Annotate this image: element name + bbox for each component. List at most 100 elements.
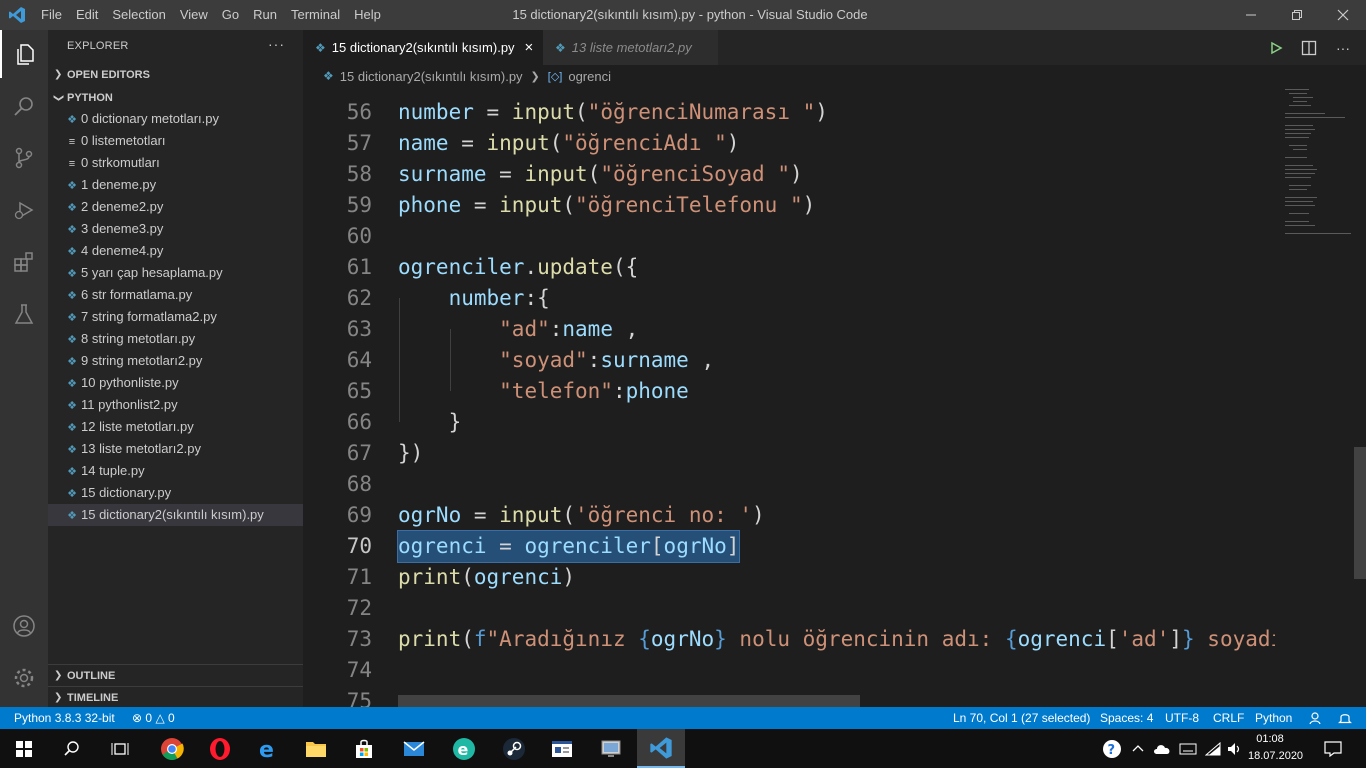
testing-activity[interactable] — [0, 290, 48, 338]
taskbar-store[interactable] — [340, 729, 388, 768]
code-line[interactable]: 74 — [303, 655, 1275, 686]
outline-section[interactable]: ❯ OUTLINE — [48, 664, 303, 686]
search-activity[interactable] — [0, 82, 48, 130]
file-item[interactable]: ❖ 11 pythonlist2.py — [48, 394, 303, 416]
taskbar-opera[interactable] — [196, 729, 244, 768]
file-item[interactable]: ❖ 7 string formatlama2.py — [48, 306, 303, 328]
menu-go[interactable]: Go — [215, 0, 246, 30]
file-item[interactable]: ❖ 10 pythonliste.py — [48, 372, 303, 394]
taskbar-vscode[interactable] — [637, 729, 685, 768]
taskbar-chrome[interactable] — [148, 729, 196, 768]
file-item[interactable]: ❖ 8 string metotları.py — [48, 328, 303, 350]
end-of-line[interactable]: CRLF — [1213, 707, 1244, 729]
file-item[interactable]: ❖ 15 dictionary2(sıkıntılı kısım).py — [48, 504, 303, 526]
language-mode[interactable]: Python — [1255, 707, 1292, 729]
code-line[interactable]: 60 — [303, 221, 1275, 252]
taskbar-steam[interactable] — [490, 729, 538, 768]
breadcrumb-symbol[interactable]: ogrenci — [568, 69, 611, 84]
tab-liste-metotlari2[interactable]: ❖ 13 liste metotları2.py — [543, 30, 718, 65]
file-item[interactable]: ❖ 4 deneme4.py — [48, 240, 303, 262]
code-line[interactable]: 58 surname = input("öğrenciSoyad ") — [303, 159, 1275, 190]
code-line[interactable]: 66 } — [303, 407, 1275, 438]
tab-dictionary2[interactable]: ❖ 15 dictionary2(sıkıntılı kısım).py × — [303, 30, 543, 65]
code-line[interactable]: 72 — [303, 593, 1275, 624]
more-editor-actions-icon[interactable]: ··· — [1333, 38, 1353, 58]
file-item[interactable]: ≡ 0 strkomutları — [48, 152, 303, 174]
file-item[interactable]: ❖ 14 tuple.py — [48, 460, 303, 482]
help-tray-icon[interactable]: ? — [1100, 729, 1124, 768]
file-item[interactable]: ❖ 2 deneme2.py — [48, 196, 303, 218]
problems-indicator[interactable]: ⊗ 0 △ 0 — [132, 707, 175, 729]
taskbar-file-explorer[interactable] — [292, 729, 340, 768]
code-line[interactable]: 73 print(f"Aradığınız {ogrNo} nolu öğrenc… — [303, 624, 1275, 655]
file-item[interactable]: ≡ 0 listemetotları — [48, 130, 303, 152]
file-item[interactable]: ❖ 1 deneme.py — [48, 174, 303, 196]
explorer-activity[interactable] — [0, 30, 48, 78]
code-line[interactable]: 67}) — [303, 438, 1275, 469]
file-item[interactable]: ❖ 9 string metotları2.py — [48, 350, 303, 372]
code-editor[interactable]: 56 number = input("öğrenciNumarası ") 57 na… — [303, 87, 1275, 707]
menu-edit[interactable]: Edit — [69, 0, 105, 30]
file-item[interactable]: ❖ 5 yarı çap hesaplama.py — [48, 262, 303, 284]
code-line[interactable]: 65 "telefon":phone — [303, 376, 1275, 407]
horizontal-scrollbar[interactable] — [398, 695, 860, 707]
timeline-section[interactable]: ❯ TIMELINE — [48, 686, 303, 708]
breadcrumb-file[interactable]: 15 dictionary2(sıkıntılı kısım).py — [340, 69, 523, 84]
taskbar-remote-desktop[interactable] — [588, 729, 636, 768]
system-clock[interactable]: 01:08 18.07.2020 — [1248, 731, 1303, 765]
open-editors-section[interactable]: ❯ OPEN EDITORS — [48, 64, 303, 86]
encoding[interactable]: UTF-8 — [1165, 707, 1199, 729]
code-line[interactable]: 71 print(ogrenci) — [303, 562, 1275, 593]
menu-run[interactable]: Run — [246, 0, 284, 30]
code-line[interactable]: 59 phone = input("öğrenciTelefonu ") — [303, 190, 1275, 221]
code-line[interactable]: 69 ogrNo = input('öğrenci no: ') — [303, 500, 1275, 531]
code-line[interactable]: 57 name = input("öğrenciAdı ") — [303, 128, 1275, 159]
close-tab-icon[interactable]: × — [525, 39, 534, 56]
minimize-button[interactable] — [1228, 0, 1274, 30]
source-control-activity[interactable] — [0, 134, 48, 182]
more-actions-icon[interactable]: ··· — [268, 36, 285, 52]
wifi-tray-icon[interactable] — [1202, 729, 1224, 768]
file-item[interactable]: ❖ 6 str formatlama.py — [48, 284, 303, 306]
onedrive-tray-icon[interactable] — [1150, 729, 1174, 768]
code-line[interactable]: 63 "ad":name , — [303, 314, 1275, 345]
start-button[interactable] — [0, 729, 48, 768]
code-line[interactable]: 61 ogrenciler.update({ — [303, 252, 1275, 283]
volume-tray-icon[interactable] — [1224, 729, 1246, 768]
file-item[interactable]: ❖ 3 deneme3.py — [48, 218, 303, 240]
file-item[interactable]: ❖ 12 liste metotları.py — [48, 416, 303, 438]
vertical-scrollbar-track[interactable] — [1352, 87, 1366, 707]
vertical-scrollbar-thumb[interactable] — [1354, 447, 1366, 579]
taskbar-app-window[interactable] — [538, 729, 586, 768]
menu-terminal[interactable]: Terminal — [284, 0, 347, 30]
run-debug-activity[interactable] — [0, 186, 48, 234]
run-file-button[interactable] — [1266, 38, 1286, 58]
taskbar-mail[interactable] — [390, 729, 438, 768]
show-hidden-icons[interactable] — [1128, 729, 1148, 768]
cursor-position[interactable]: Ln 70, Col 1 (27 selected) — [953, 707, 1090, 729]
taskbar-search-button[interactable] — [48, 729, 96, 768]
file-item[interactable]: ❖ 0 dictionary metotları.py — [48, 108, 303, 130]
split-editor-button[interactable] — [1299, 38, 1319, 58]
vscode-logo-icon[interactable] — [8, 6, 26, 24]
menu-file[interactable]: File — [34, 0, 69, 30]
input-language-tray-icon[interactable] — [1176, 729, 1200, 768]
menu-help[interactable]: Help — [347, 0, 388, 30]
minimap[interactable] — [1275, 87, 1355, 707]
menu-view[interactable]: View — [173, 0, 215, 30]
code-line[interactable]: 62 number:{ — [303, 283, 1275, 314]
task-view-button[interactable] — [96, 729, 144, 768]
python-folder-section[interactable]: ❯ PYTHON — [48, 87, 303, 109]
taskbar-edge[interactable]: e — [244, 729, 292, 768]
file-item[interactable]: ❖ 13 liste metotları2.py — [48, 438, 303, 460]
accounts-activity[interactable] — [0, 602, 48, 650]
code-line[interactable]: 56 number = input("öğrenciNumarası ") — [303, 97, 1275, 128]
manage-activity[interactable] — [0, 654, 48, 702]
indentation[interactable]: Spaces: 4 — [1100, 707, 1153, 729]
extensions-activity[interactable] — [0, 238, 48, 286]
code-line[interactable]: 70 ogrenci = ogrenciler[ogrNo] — [303, 530, 1275, 563]
close-window-button[interactable] — [1320, 0, 1366, 30]
file-item[interactable]: ❖ 15 dictionary.py — [48, 482, 303, 504]
python-interpreter[interactable]: Python 3.8.3 32-bit — [14, 707, 115, 729]
menu-selection[interactable]: Selection — [105, 0, 172, 30]
